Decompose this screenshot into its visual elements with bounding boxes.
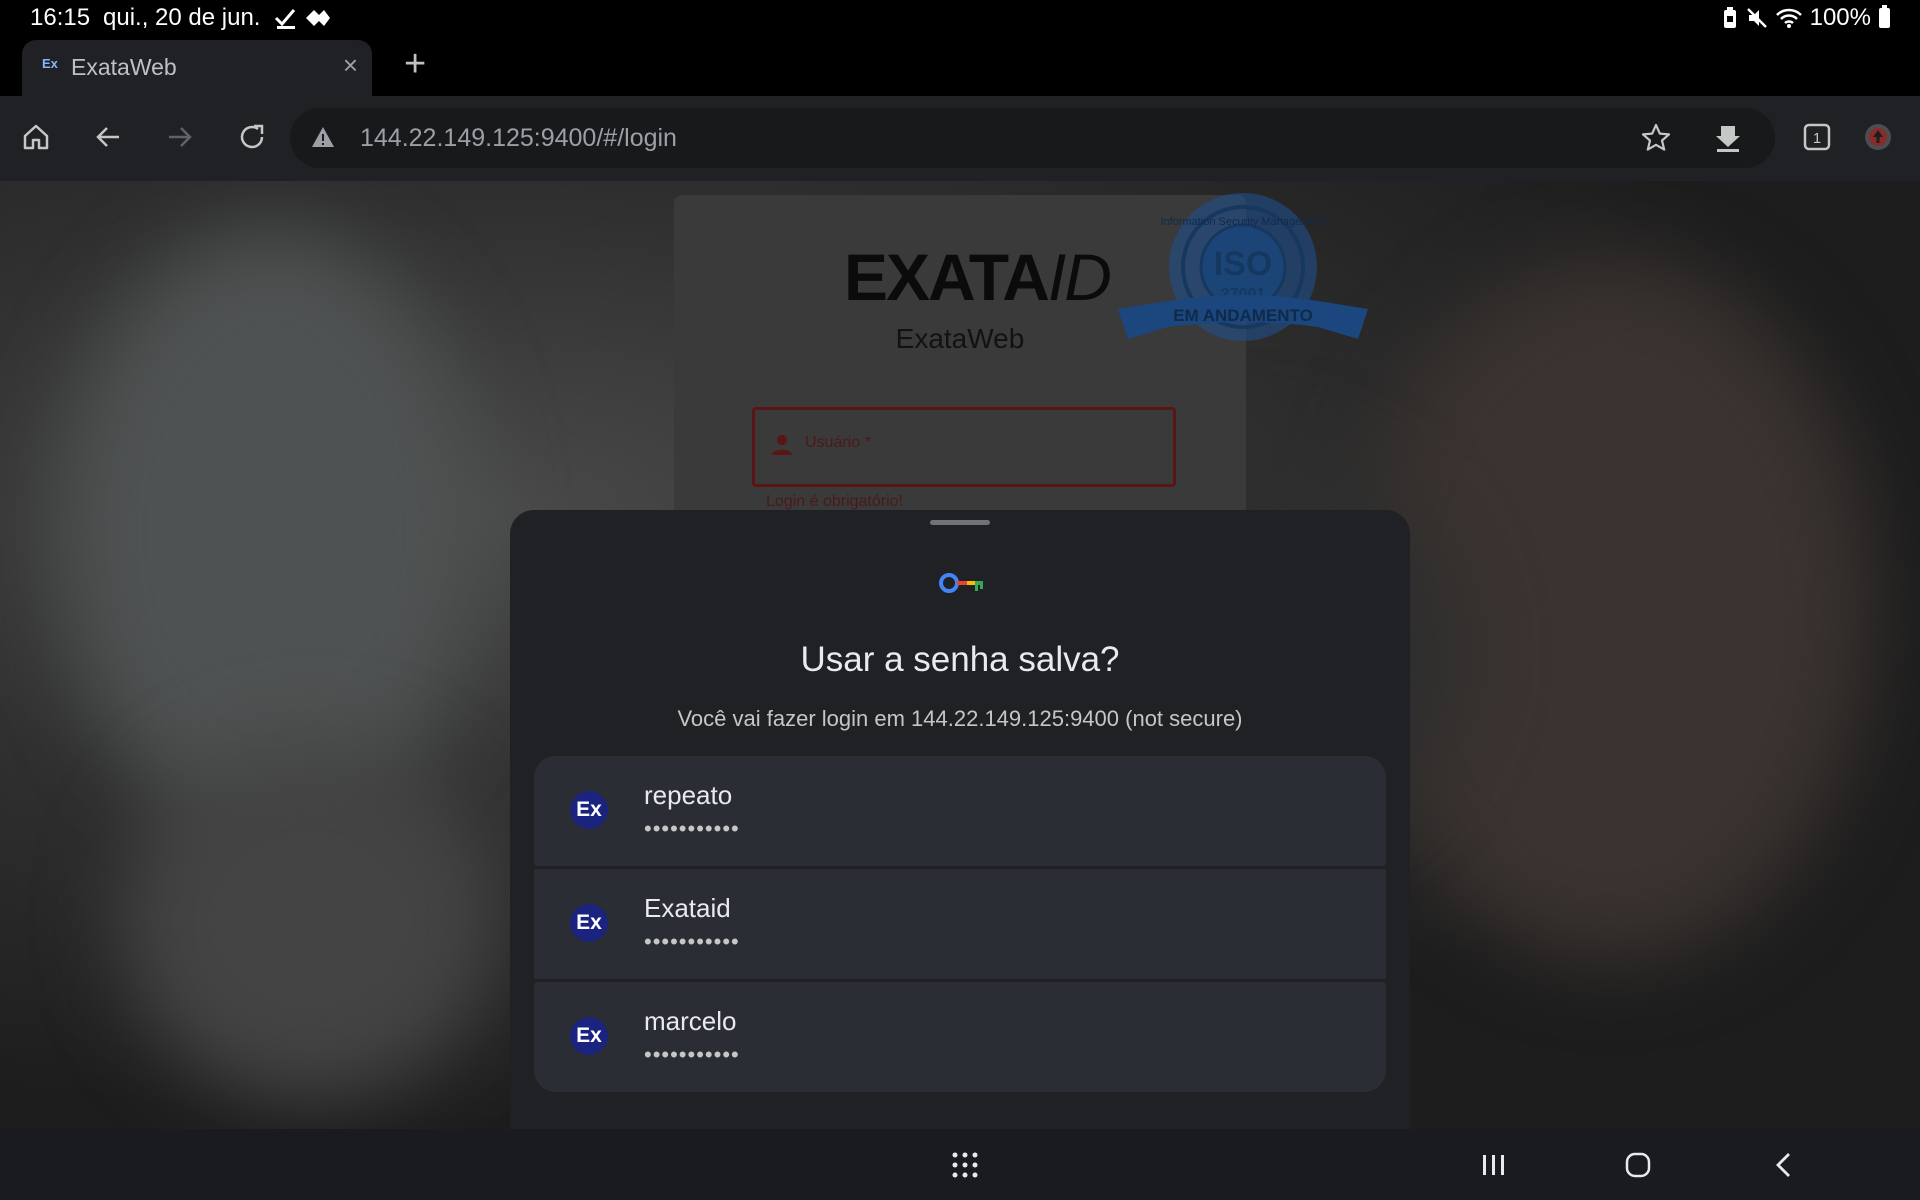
bookmark-star-icon[interactable]: [1640, 122, 1672, 154]
new-tab-button[interactable]: +: [404, 44, 426, 84]
sheet-title: Usar a senha salva?: [800, 640, 1120, 679]
battery-icon: [1879, 5, 1890, 28]
home-circle-icon: [1625, 1152, 1651, 1178]
back-nav-button[interactable]: [1764, 1147, 1804, 1183]
mute-icon: [1746, 8, 1767, 28]
badge-top-text: Information Security Management: [1160, 216, 1325, 228]
credential-row-marcelo[interactable]: Ex marcelo •••••••••••: [534, 982, 1386, 1092]
background-photo-shape: [60, 231, 480, 831]
credential-username: marcelo: [644, 1006, 737, 1036]
tab-title: ExataWeb: [71, 54, 177, 80]
credential-password-mask: •••••••••••: [644, 816, 740, 841]
status-time: 16:15: [30, 4, 91, 31]
tab-exataweb[interactable]: Ex ExataWeb ×: [22, 40, 372, 96]
credential-password-mask: •••••••••••: [644, 1042, 740, 1067]
browser-toolbar: 144.22.149.125:9400/#/login 1: [0, 96, 1920, 181]
menu-button[interactable]: [1858, 117, 1898, 157]
recents-icon: [1483, 1155, 1504, 1175]
url-text[interactable]: 144.22.149.125:9400/#/login: [360, 124, 677, 153]
forward-button[interactable]: [160, 117, 200, 157]
tab-count: 1: [1813, 130, 1821, 147]
sheet-subtitle: Você vai fazer login em 144.22.149.125:9…: [677, 706, 1243, 731]
sheet-drag-handle[interactable]: [930, 520, 990, 525]
battery-saver-icon: [1723, 7, 1736, 28]
arrow-right-icon: [169, 127, 192, 147]
logo-suffix: ID: [1047, 240, 1112, 314]
download-icon[interactable]: [1712, 122, 1744, 154]
status-date: qui., 20 de jun.: [103, 4, 261, 31]
credential-list: Ex repeato ••••••••••• Ex Exataid ••••••…: [534, 756, 1386, 1095]
logo-text: EXATA: [844, 240, 1050, 314]
credential-row-exataid[interactable]: Ex Exataid •••••••••••: [534, 869, 1386, 979]
tab-close-icon[interactable]: ×: [343, 50, 358, 81]
iso-badge: Information Security Management ISO 2700…: [1118, 193, 1368, 341]
update-menu-icon: [1865, 124, 1891, 150]
status-notification-icons: [274, 9, 330, 29]
tab-favicon: Ex: [42, 56, 58, 71]
reload-icon: [240, 124, 264, 149]
app-drawer-button[interactable]: [945, 1147, 985, 1183]
tab-switcher-icon: 1: [1803, 123, 1831, 151]
site-avatar-icon: Ex: [570, 1017, 608, 1055]
credential-username: Exataid: [644, 893, 731, 923]
arrow-left-icon: [96, 127, 119, 147]
system-navigation-bar: [0, 1129, 1920, 1200]
status-bar: 16:15 qui., 20 de jun. 100%: [0, 0, 1920, 36]
badge-ribbon-text: EM ANDAMENTO: [1173, 306, 1313, 325]
address-bar[interactable]: 144.22.149.125:9400/#/login: [290, 108, 1775, 168]
badge-title: ISO: [1214, 245, 1273, 283]
user-icon: [772, 435, 792, 455]
wifi-icon: [1775, 8, 1802, 28]
apps-grid-icon: [952, 1152, 978, 1178]
home-icon: [23, 124, 49, 150]
credential-row-repeato[interactable]: Ex repeato •••••••••••: [534, 756, 1386, 866]
username-input[interactable]: Usuário *: [752, 407, 1176, 487]
credential-password-mask: •••••••••••: [644, 929, 740, 954]
status-right: 100%: [1722, 4, 1890, 32]
back-button[interactable]: [88, 117, 128, 157]
tab-strip: Ex ExataWeb × +: [0, 36, 1920, 96]
login-error-message: Login é obrigatório!: [766, 493, 903, 510]
warning-icon[interactable]: [310, 124, 336, 150]
back-chevron-icon: [1776, 1153, 1790, 1177]
home-nav-button[interactable]: [1618, 1147, 1658, 1183]
password-key-icon: [939, 573, 983, 593]
saved-password-sheet: Usar a senha salva? Você vai fazer login…: [510, 510, 1410, 1130]
site-avatar-icon: Ex: [570, 904, 608, 942]
background-photo-shape: [120, 741, 500, 1101]
tab-switcher-button[interactable]: 1: [1797, 117, 1837, 157]
exataid-logo: EXATAID: [844, 239, 1112, 315]
recents-button[interactable]: [1473, 1147, 1513, 1183]
battery-percent: 100%: [1809, 4, 1871, 31]
site-avatar-icon: Ex: [570, 791, 608, 829]
credential-username: repeato: [644, 780, 733, 810]
reload-button[interactable]: [232, 117, 272, 157]
username-placeholder: Usuário *: [805, 434, 871, 451]
home-button[interactable]: [16, 117, 56, 157]
